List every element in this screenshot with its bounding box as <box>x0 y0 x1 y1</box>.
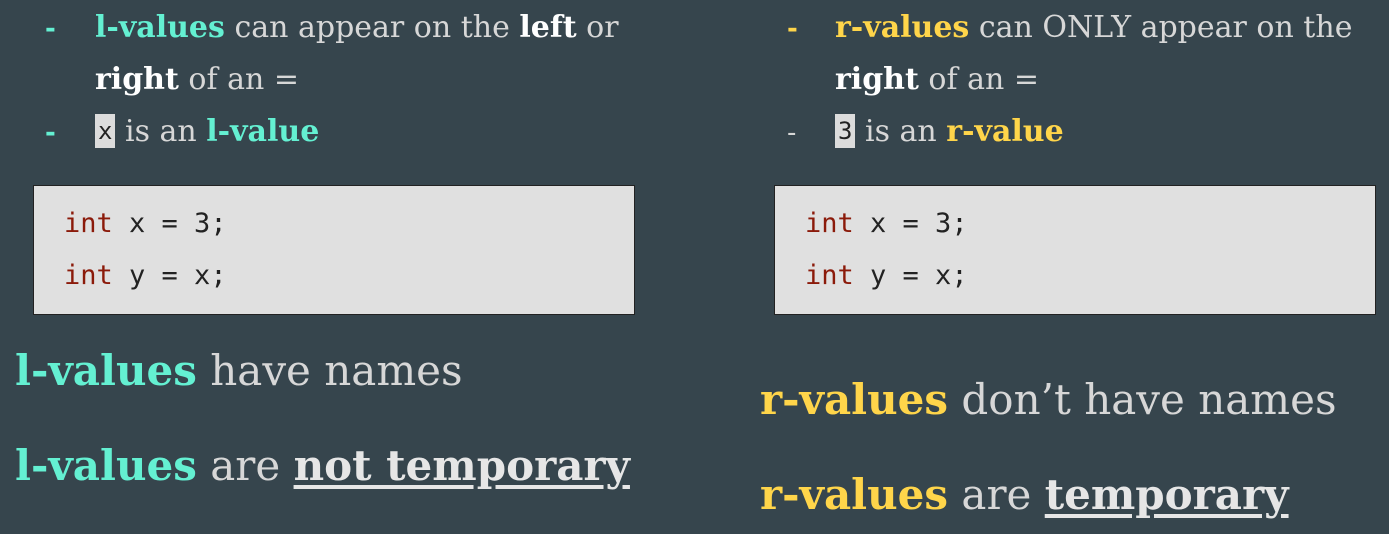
code-line-2: int y = x; <box>64 260 227 291</box>
lvalue-statement-names: l-values have names <box>15 346 463 395</box>
lvalue-bullet-2: x is an l-value <box>95 104 319 160</box>
rvalue-code-block: int x = 3; int y = x; <box>774 185 1376 315</box>
lvalue-statement-temporary: l-values are not temporary <box>15 441 630 490</box>
rvalue-statement-names: r-values don’t have names <box>760 375 1337 424</box>
code-chip-x: x <box>95 114 116 148</box>
right-word: right <box>835 62 919 97</box>
left-word: left <box>519 10 577 45</box>
bullet-dash: - <box>45 118 56 148</box>
code-line-1: int x = 3; <box>805 208 968 239</box>
lvalue-term: l-value <box>206 114 320 149</box>
lvalue-code-block: int x = 3; int y = x; <box>33 185 635 315</box>
code-chip-3: 3 <box>835 114 856 148</box>
bullet-dash: - <box>787 14 798 44</box>
lvalue-term: l-values <box>95 10 225 45</box>
rvalue-term: r-value <box>946 114 1064 149</box>
rvalue-bullet-1-line-1: r-values can ONLY appear on the <box>835 10 1353 45</box>
rvalue-term: r-values <box>835 10 970 45</box>
rvalue-bullet-1-line-2: right of an = <box>835 62 1039 97</box>
bullet-dash: - <box>787 118 797 148</box>
lvalue-bullet-1-line-1: l-values can appear on the left or <box>95 10 619 45</box>
rvalue-bullet-2: 3 is an r-value <box>835 104 1064 160</box>
bullet-dash: - <box>45 14 56 44</box>
code-line-1: int x = 3; <box>64 208 227 239</box>
code-line-2: int y = x; <box>805 260 968 291</box>
lvalue-bullet-1-line-2: right of an = <box>95 62 299 97</box>
right-word: right <box>95 62 179 97</box>
rvalue-statement-temporary: r-values are temporary <box>760 470 1289 519</box>
